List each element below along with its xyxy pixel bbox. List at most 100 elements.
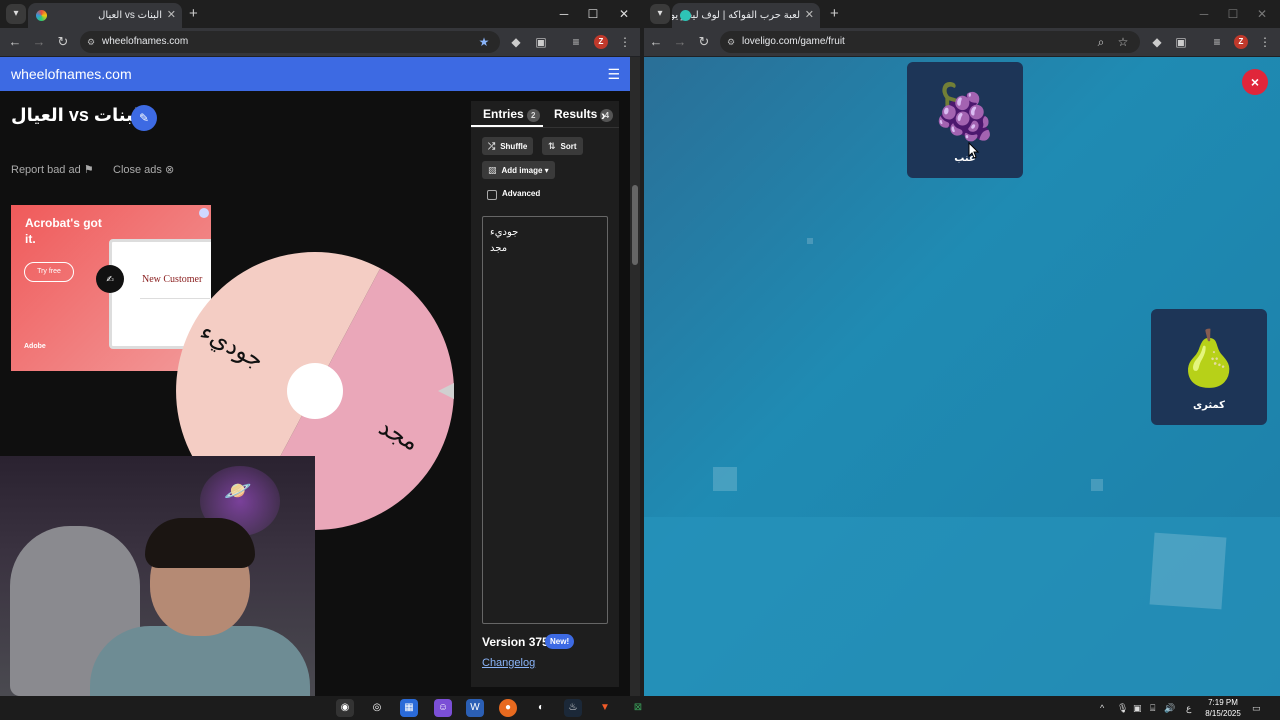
grapes-icon: 🍇 <box>931 82 999 142</box>
entries-textarea[interactable]: جوديء مجد <box>482 216 608 624</box>
browser-toolbar: ← → ↻ ⚙ wheelofnames.com ★ ◆ ▣ ≡ Z ⋮ <box>0 28 640 56</box>
entries-tab-label: Entries <box>483 107 524 121</box>
tab-close-icon[interactable]: ✕ <box>167 3 176 28</box>
fruit-card-grapes[interactable]: 🍇 عنب <box>907 62 1023 178</box>
site-logo-text[interactable]: wheelofnames.com <box>11 66 132 82</box>
new-tab-icon[interactable]: + <box>830 4 839 24</box>
image-icon: ▧ <box>488 165 497 175</box>
version-label: Version 375 <box>482 635 549 649</box>
site-info-icon[interactable]: ⚙ <box>87 31 95 53</box>
sort-icon: ⇅ <box>548 141 556 151</box>
fruit-card-pear[interactable]: 🍐 كمثرى <box>1151 309 1267 425</box>
back-icon[interactable]: ← <box>646 32 666 52</box>
clock-time: 7:19 PM <box>1208 698 1238 707</box>
xbox-taskbar-icon[interactable]: ⊠ <box>629 699 647 717</box>
edit-title-button[interactable]: ✎ <box>131 105 157 131</box>
minimize-icon[interactable]: ─ <box>1192 4 1216 24</box>
tab-game[interactable]: لعبة حرب الفواكه | لوف ليجو يوفر ✕ <box>672 3 820 28</box>
close-window-icon[interactable]: ✕ <box>612 4 636 24</box>
person-body <box>90 626 310 696</box>
tab-search-icon[interactable]: ▾ <box>6 4 26 24</box>
advanced-label: Advanced <box>502 189 541 198</box>
tab-wheel[interactable]: البنات vs العيال ✕ <box>28 3 182 28</box>
reading-list-icon[interactable]: ≡ <box>1207 32 1227 52</box>
brave-taskbar-icon[interactable]: ▼ <box>596 699 614 717</box>
extension-diamond-icon[interactable]: ◆ <box>506 32 526 52</box>
wheel-center-button[interactable] <box>287 363 343 419</box>
webcam-overlay: 🪐 <box>0 456 315 696</box>
entries-panel: Entries 2 Results 4 › ⤮ Shuffle ⇅ Sort ▧ Add … <box>471 101 619 687</box>
site-header: wheelofnames.com ☰ <box>0 57 630 91</box>
profile-avatar[interactable]: Z <box>1234 35 1248 49</box>
panel-next-chevron-icon[interactable]: › <box>601 107 606 123</box>
reading-list-icon[interactable]: ≡ <box>566 32 586 52</box>
person-hair <box>145 518 255 568</box>
zoom-icon[interactable]: ⌕ <box>1091 32 1111 52</box>
discord-taskbar-icon[interactable]: ☺ <box>434 699 452 717</box>
address-bar[interactable]: ⚙ loveligo.com/game/fruit <box>720 31 1140 53</box>
close-window-icon[interactable]: ✕ <box>1250 4 1274 24</box>
bookmark-star-icon[interactable]: ★ <box>474 32 494 52</box>
obs-taskbar-icon[interactable]: ◎ <box>368 699 386 717</box>
forward-icon[interactable]: → <box>670 32 690 52</box>
floating-square <box>1091 479 1103 491</box>
bookmark-star-icon[interactable]: ☆ <box>1113 32 1133 52</box>
address-bar[interactable]: ⚙ wheelofnames.com <box>80 31 500 53</box>
chrome-taskbar-icon[interactable]: ◉ <box>336 699 354 717</box>
advanced-checkbox[interactable] <box>487 190 497 200</box>
add-image-button[interactable]: ▧ Add image ▾ <box>482 161 555 179</box>
ad-try-free-button[interactable]: Try free <box>24 262 74 282</box>
extension-diamond-icon[interactable]: ◆ <box>1147 32 1167 52</box>
reload-icon[interactable]: ↻ <box>694 32 714 52</box>
firefox-taskbar-icon[interactable]: ● <box>499 699 517 717</box>
forward-icon[interactable]: → <box>29 32 49 52</box>
changelog-link[interactable]: Changelog <box>482 657 535 669</box>
store-taskbar-icon[interactable]: ▦ <box>400 699 418 717</box>
ad-choices-icon[interactable] <box>199 208 209 218</box>
maximize-icon[interactable]: ☐ <box>581 4 605 24</box>
hamburger-menu-icon[interactable]: ☰ <box>607 57 620 91</box>
sort-label: Sort <box>560 142 577 151</box>
shuffle-button[interactable]: ⤮ Shuffle <box>482 137 534 155</box>
floating-square <box>807 238 813 244</box>
fruit-game-page: × 🍇 عنب 🍐 كمثرى <box>644 57 1280 696</box>
maximize-icon[interactable]: ☐ <box>1221 4 1245 24</box>
site-info-icon[interactable]: ⚙ <box>727 31 735 53</box>
tab-entries[interactable]: Entries 2 <box>483 107 540 122</box>
steam-taskbar-icon[interactable]: ♨ <box>564 699 582 717</box>
tab-close-icon[interactable]: ✕ <box>805 3 814 28</box>
new-tab-icon[interactable]: + <box>189 4 198 24</box>
report-bad-ad-link[interactable]: Report bad ad ⚑ <box>11 163 94 176</box>
app-taskbar-icon[interactable]: ◐ <box>532 699 550 717</box>
game-close-button[interactable]: × <box>1242 69 1268 95</box>
volume-icon[interactable]: 🔊 <box>1164 700 1175 716</box>
add-image-label: Add image <box>501 166 543 175</box>
display-icon[interactable]: ▣ <box>1133 700 1142 716</box>
wheel-browser-window: ▾ البنات vs العيال ✕ + ─ ☐ ✕ ← → ↻ ⚙ whe… <box>0 0 640 696</box>
network-icon[interactable]: ⌸ <box>1150 700 1155 716</box>
menu-dots-icon[interactable]: ⋮ <box>1255 32 1275 52</box>
minimize-icon[interactable]: ─ <box>552 4 576 24</box>
extensions-puzzle-icon[interactable]: ▣ <box>1171 32 1191 52</box>
tab-title: البنات vs العيال <box>98 10 162 21</box>
reload-icon[interactable]: ↻ <box>53 32 73 52</box>
entry-line: مجد <box>490 243 508 254</box>
word-taskbar-icon[interactable]: W <box>466 699 484 717</box>
tab-search-icon[interactable]: ▾ <box>650 4 670 24</box>
tray-chevron-icon[interactable]: ^ <box>1100 700 1104 716</box>
profile-avatar[interactable]: Z <box>594 35 608 49</box>
system-clock[interactable]: 7:19 PM 8/15/2025 <box>1200 697 1246 719</box>
menu-dots-icon[interactable]: ⋮ <box>615 32 635 52</box>
back-icon[interactable]: ← <box>5 32 25 52</box>
wheel-favicon-icon <box>36 10 47 21</box>
clock-date: 8/15/2025 <box>1205 709 1241 718</box>
mic-icon[interactable]: 🎙 <box>1117 700 1128 716</box>
extensions-puzzle-icon[interactable]: ▣ <box>531 32 551 52</box>
sort-button[interactable]: ⇅ Sort <box>542 137 583 155</box>
fruit-label: عنب <box>954 153 976 164</box>
close-ads-link[interactable]: Close ads ⊗ <box>113 163 174 176</box>
scrollbar-thumb[interactable] <box>632 185 638 265</box>
language-indicator[interactable]: ع <box>1186 700 1191 716</box>
notifications-icon[interactable]: ▭ <box>1252 700 1261 716</box>
page-scrollbar[interactable] <box>630 57 640 696</box>
